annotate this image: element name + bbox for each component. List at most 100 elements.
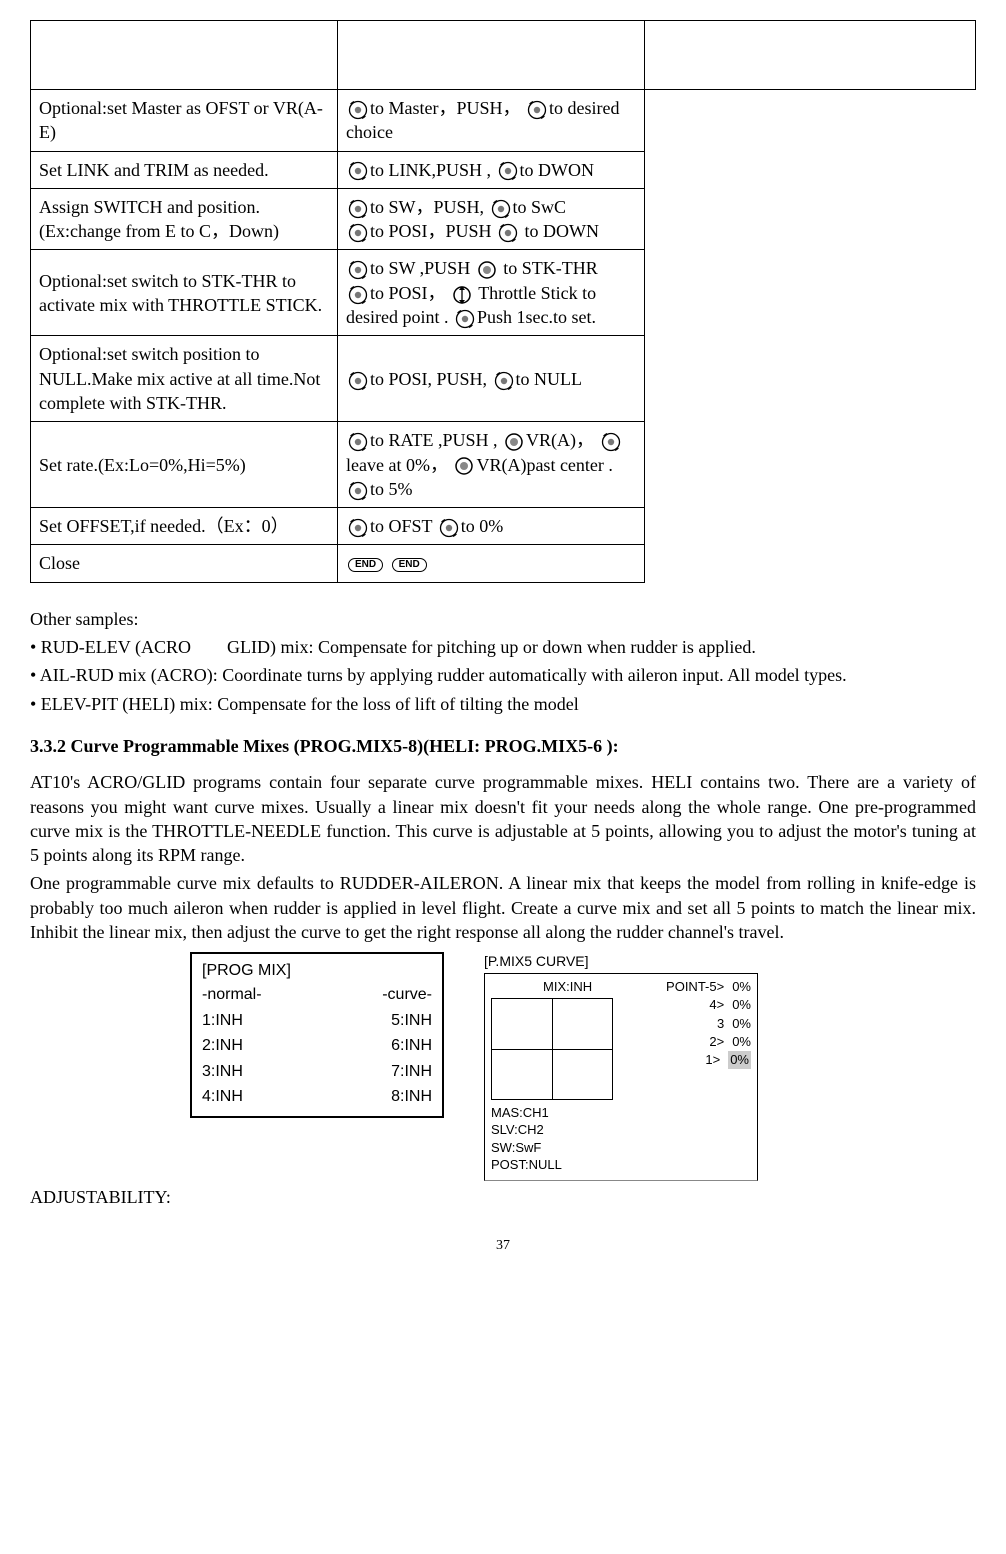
action-text: to SW，PUSH, — [370, 197, 484, 217]
table-row: Optional:set switch to STK-THR to activa… — [31, 250, 976, 336]
action-text: to RATE ,PUSH , — [370, 430, 498, 450]
dial-icon — [348, 199, 368, 219]
table-blank-mid — [338, 21, 645, 90]
dial-icon — [498, 223, 518, 243]
knob-icon — [454, 456, 474, 476]
action-text: to POSI， — [370, 283, 446, 303]
list-item: 1:INH5:INH — [202, 1008, 432, 1034]
screen2-footer-line: POST:NULL — [491, 1156, 751, 1174]
action-text: to LINK,PUSH , — [370, 160, 491, 180]
step-description: Assign SWITCH and position. (Ex:change f… — [31, 188, 338, 250]
lcd-screens: [PROG MIX] -normal- -curve- 1:INH5:INH2:… — [30, 952, 976, 1181]
mix-normal: 4:INH — [202, 1086, 243, 1108]
table-left-blank — [31, 21, 338, 90]
step-description: Close — [31, 545, 338, 582]
point-label: 4> — [658, 996, 724, 1014]
point-label: 3 — [658, 1015, 724, 1033]
action-text: to DOWN — [520, 221, 599, 241]
point-value: 0% — [732, 1033, 751, 1051]
point-label: 1> — [654, 1051, 720, 1069]
action-text: to SwC — [513, 197, 567, 217]
action-text: to NULL — [516, 369, 583, 389]
mix-curve: 6:INH — [391, 1035, 432, 1057]
screen2-title: [P.MIX5 CURVE] — [484, 952, 758, 971]
dial-icon — [348, 100, 368, 120]
samples-title: Other samples: — [30, 607, 976, 631]
mix-curve: 7:INH — [391, 1061, 432, 1083]
screen2-mix: MIX:INH — [491, 978, 644, 996]
step-description: Optional:set switch position to NULL.Mak… — [31, 336, 338, 422]
dial-icon — [348, 223, 368, 243]
screen2-footer-line: MAS:CH1 — [491, 1104, 751, 1122]
action-text: VR(A)past center . — [476, 455, 612, 475]
action-text: to POSI, PUSH, — [370, 369, 487, 389]
curve-mix-section: 3.3.2 Curve Programmable Mixes (PROG.MIX… — [30, 734, 976, 944]
point-label: POINT-5> — [658, 978, 724, 996]
list-item: 2:INH6:INH — [202, 1033, 432, 1059]
table-row: Optional:set switch position to NULL.Mak… — [31, 336, 976, 422]
stick-icon — [452, 285, 472, 305]
table-row: Assign SWITCH and position. (Ex:change f… — [31, 188, 976, 250]
list-item: 4:INH 8:INH — [202, 1084, 432, 1110]
mix-normal: 1:INH — [202, 1010, 243, 1032]
action-text: to SW ,PUSH — [370, 258, 470, 278]
screen2-footer-line: SW:SwF — [491, 1139, 751, 1157]
dial-icon — [348, 161, 368, 181]
step-action: to RATE ,PUSH , VR(A)， leave at 0%， VR(A… — [338, 422, 645, 508]
curve-point-row: 1>0% — [654, 1051, 751, 1069]
instruction-table: Optional:set Master as OFST or VR(A-E)to… — [30, 20, 976, 583]
dial-icon — [491, 199, 511, 219]
step-action: to LINK,PUSH , to DWON — [338, 151, 645, 188]
prog-mix-screen: [PROG MIX] -normal- -curve- 1:INH5:INH2:… — [190, 952, 444, 1118]
sample-line: • ELEV-PIT (HELI) mix: Compensate for th… — [30, 692, 976, 716]
point-value: 0% — [732, 978, 751, 996]
action-text: Push 1sec.to set. — [477, 307, 596, 327]
curve-point-row: POINT-5> 0% — [654, 978, 751, 996]
page-number: 37 — [30, 1237, 976, 1256]
knob-icon — [504, 432, 524, 452]
action-text: leave at 0%， — [346, 455, 448, 475]
step-description: Set rate.(Ex:Lo=0%,Hi=5%) — [31, 422, 338, 508]
action-text: to OFST — [370, 516, 432, 536]
step-action: to SW ,PUSH to STK-THR to POSI， Throttle… — [338, 250, 645, 336]
table-row: Close END END — [31, 545, 976, 582]
table-row: Set OFFSET,if needed.（Ex：0）to OFST to 0% — [31, 508, 976, 545]
dial-icon — [348, 432, 368, 452]
curve-point-row: 4> 0% — [654, 996, 751, 1014]
sample-line: • AIL-RUD mix (ACRO): Coordinate turns b… — [30, 663, 976, 687]
dial-icon — [455, 309, 475, 329]
pmix-curve-screen: [P.MIX5 CURVE] MIX:INH POINT-5> 0% 4> 0% 3 0%… — [484, 952, 758, 1181]
screen2-footer-line: SLV:CH2 — [491, 1121, 751, 1139]
other-samples: Other samples: • RUD-ELEV (ACRO GLID) mi… — [30, 607, 976, 716]
table-row: Optional:set Master as OFST or VR(A-E)to… — [31, 90, 976, 152]
action-text: VR(A)， — [526, 430, 594, 450]
point-value: 0% — [732, 996, 751, 1014]
curve-plot — [491, 998, 613, 1100]
dial-icon — [439, 518, 459, 538]
step-description: Optional:set switch to STK-THR to activa… — [31, 250, 338, 336]
section-heading: 3.3.2 Curve Programmable Mixes (PROG.MIX… — [30, 734, 976, 758]
end-button-icon: END — [348, 558, 383, 572]
action-text: to Master，PUSH， — [370, 98, 521, 118]
screen1-title: [PROG MIX] — [202, 960, 432, 982]
curve-points: POINT-5>0%4>0%30%2>0%1>0% — [654, 978, 751, 1100]
table-row: Set LINK and TRIM as needed.to LINK,PUSH… — [31, 151, 976, 188]
mix-curve: 8:INH — [391, 1086, 432, 1108]
adjustability-label: ADJUSTABILITY: — [30, 1185, 976, 1209]
mix-normal: 3:INH — [202, 1061, 243, 1083]
dial-icon — [498, 161, 518, 181]
action-text: to STK-THR — [499, 258, 598, 278]
sample-line: • RUD-ELEV (ACRO GLID) mix: Compensate f… — [30, 635, 976, 659]
screen1-col2h: -curve- — [382, 984, 432, 1006]
curve-point-row: 3 0% — [654, 1015, 751, 1033]
knob-icon — [477, 260, 497, 280]
point-value: 0% — [732, 1015, 751, 1033]
dial-icon — [348, 518, 368, 538]
end-button-icon: END — [392, 558, 427, 572]
dial-icon — [348, 260, 368, 280]
screen2-footer: MAS:CH1SLV:CH2SW:SwFPOST:NULL — [491, 1104, 751, 1174]
dial-icon — [601, 432, 621, 452]
step-action: to SW，PUSH, to SwC to POSI，PUSH to DOWN — [338, 188, 645, 250]
point-label: 2> — [658, 1033, 724, 1051]
para: AT10's ACRO/GLID programs contain four s… — [30, 770, 976, 867]
